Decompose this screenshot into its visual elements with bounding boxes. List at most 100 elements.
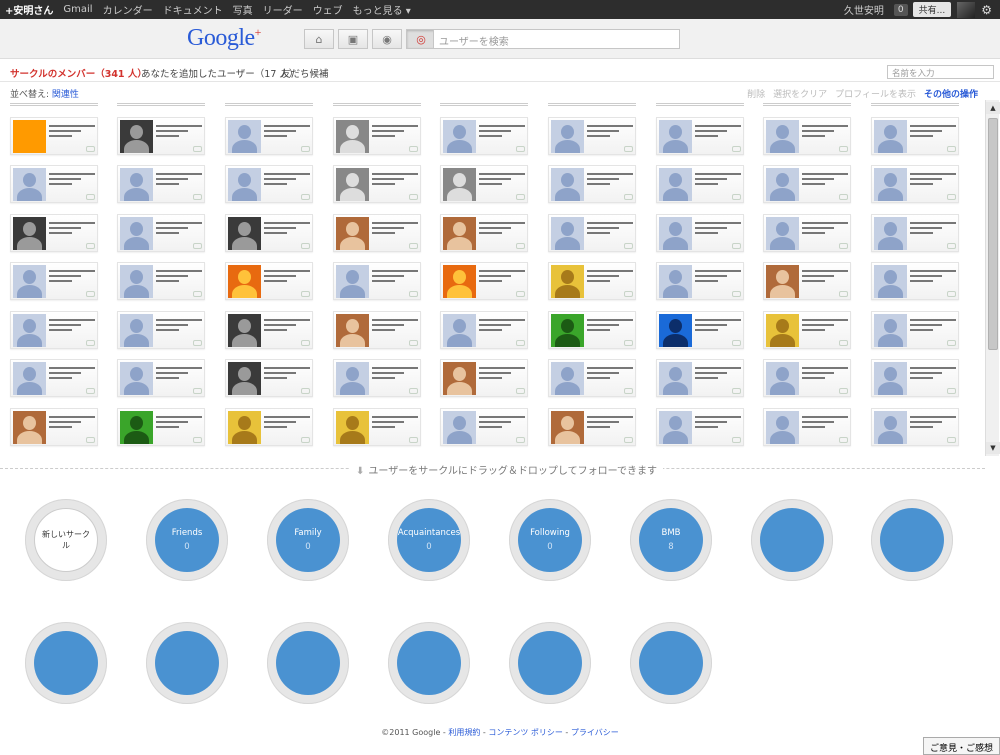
person-card[interactable]: [225, 214, 313, 252]
person-card[interactable]: [333, 214, 421, 252]
person-card[interactable]: [10, 117, 98, 155]
person-card[interactable]: [871, 359, 959, 397]
person-card[interactable]: [440, 117, 528, 155]
person-card[interactable]: [333, 408, 421, 446]
clear-selection-button[interactable]: 選択をクリア: [773, 87, 827, 100]
person-card[interactable]: [548, 165, 636, 203]
view-profile-button[interactable]: プロフィールを表示: [835, 87, 916, 100]
share-button[interactable]: 共有...: [912, 2, 952, 17]
person-card[interactable]: [656, 359, 744, 397]
person-card[interactable]: [440, 165, 528, 203]
person-card[interactable]: [656, 262, 744, 300]
feedback-button[interactable]: ご意見・ご感想: [922, 737, 1000, 755]
person-card[interactable]: [871, 165, 959, 203]
person-card[interactable]: [871, 117, 959, 155]
google-plus-logo[interactable]: Google+: [187, 25, 261, 52]
gbar-profile-link[interactable]: +安明さん: [0, 2, 58, 17]
person-card[interactable]: [117, 165, 205, 203]
person-card[interactable]: [871, 408, 959, 446]
gbar-link-gmail[interactable]: Gmail: [58, 4, 97, 15]
circle-blurred[interactable]: [751, 499, 833, 581]
person-card[interactable]: [10, 262, 98, 300]
avatar[interactable]: [957, 1, 976, 18]
tab-suggestions[interactable]: 友だち候補: [281, 66, 329, 80]
tab-circle-members[interactable]: サークルのメンバー（341 人）: [10, 66, 147, 80]
person-card[interactable]: [225, 262, 313, 300]
person-card[interactable]: [548, 359, 636, 397]
circle-blurred[interactable]: [509, 622, 591, 704]
person-card[interactable]: [548, 408, 636, 446]
person-card[interactable]: [763, 408, 851, 446]
person-card[interactable]: [440, 262, 528, 300]
person-card[interactable]: [440, 214, 528, 252]
sort-relevance-link[interactable]: 関連性: [52, 90, 79, 100]
person-card[interactable]: [117, 117, 205, 155]
person-card[interactable]: [10, 214, 98, 252]
circles-button[interactable]: ◎: [406, 29, 436, 49]
person-card[interactable]: [333, 165, 421, 203]
person-card[interactable]: [548, 117, 636, 155]
more-actions-button[interactable]: その他の操作: [924, 87, 978, 100]
notification-count[interactable]: 0: [893, 3, 908, 16]
person-card[interactable]: [763, 214, 851, 252]
person-card[interactable]: [225, 165, 313, 203]
person-card[interactable]: [763, 359, 851, 397]
gbar-link-docs[interactable]: ドキュメント: [158, 2, 228, 17]
person-card[interactable]: [763, 117, 851, 155]
circle-blurred[interactable]: [630, 622, 712, 704]
gbar-link-reader[interactable]: リーダー: [258, 2, 308, 17]
circle-friends[interactable]: Friends 0: [146, 499, 228, 581]
circle-blurred[interactable]: [25, 622, 107, 704]
person-card[interactable]: [656, 408, 744, 446]
person-card[interactable]: [117, 311, 205, 349]
person-card[interactable]: [117, 359, 205, 397]
tab-added-you[interactable]: あなたを追加したユーザー（17 人）: [141, 66, 298, 80]
delete-button[interactable]: 削除: [747, 87, 765, 100]
circle-acquaintances[interactable]: Acquaintances 0: [388, 499, 470, 581]
scroll-down-icon[interactable]: ▼: [986, 442, 1000, 454]
gbar-link-more[interactable]: もっと見る ▾: [348, 2, 416, 17]
gbar-link-calendar[interactable]: カレンダー: [98, 2, 158, 17]
person-card[interactable]: [871, 262, 959, 300]
gear-icon[interactable]: ⚙: [981, 3, 992, 17]
person-card[interactable]: [225, 408, 313, 446]
person-card[interactable]: [10, 165, 98, 203]
person-card[interactable]: [333, 262, 421, 300]
gbar-link-photos[interactable]: 写真: [228, 2, 258, 17]
person-card[interactable]: [763, 165, 851, 203]
person-card[interactable]: [333, 117, 421, 155]
circle-family[interactable]: Family 0: [267, 499, 349, 581]
person-card[interactable]: [656, 214, 744, 252]
circle-blurred[interactable]: [146, 622, 228, 704]
person-card[interactable]: [440, 311, 528, 349]
photos-button[interactable]: ▣: [338, 29, 368, 49]
person-card[interactable]: [656, 117, 744, 155]
person-card[interactable]: [763, 262, 851, 300]
person-card[interactable]: [225, 359, 313, 397]
person-card[interactable]: [548, 262, 636, 300]
scroll-up-icon[interactable]: ▲: [986, 102, 1000, 114]
terms-link[interactable]: 利用規約: [448, 728, 480, 737]
circle-bmb[interactable]: BMB 8: [630, 499, 712, 581]
name-filter-input[interactable]: 名前を入力: [887, 65, 994, 79]
person-card[interactable]: [10, 311, 98, 349]
grid-scrollbar[interactable]: ▲ ▼: [985, 100, 1000, 456]
person-card[interactable]: [10, 359, 98, 397]
person-card[interactable]: [117, 262, 205, 300]
content-policy-link[interactable]: コンテンツ ポリシー: [488, 728, 563, 737]
person-card[interactable]: [117, 214, 205, 252]
new-circle[interactable]: 新しいサークル: [25, 499, 107, 581]
person-card[interactable]: [548, 214, 636, 252]
person-card[interactable]: [333, 311, 421, 349]
scroll-thumb[interactable]: [988, 118, 998, 350]
circle-blurred[interactable]: [267, 622, 349, 704]
circle-blurred[interactable]: [871, 499, 953, 581]
person-card[interactable]: [763, 311, 851, 349]
account-name[interactable]: 久世安明: [839, 2, 889, 17]
person-card[interactable]: [656, 165, 744, 203]
circle-blurred[interactable]: [388, 622, 470, 704]
person-card[interactable]: [333, 359, 421, 397]
profile-button[interactable]: ◉: [372, 29, 402, 49]
privacy-link[interactable]: プライバシー: [571, 728, 619, 737]
person-card[interactable]: [440, 408, 528, 446]
